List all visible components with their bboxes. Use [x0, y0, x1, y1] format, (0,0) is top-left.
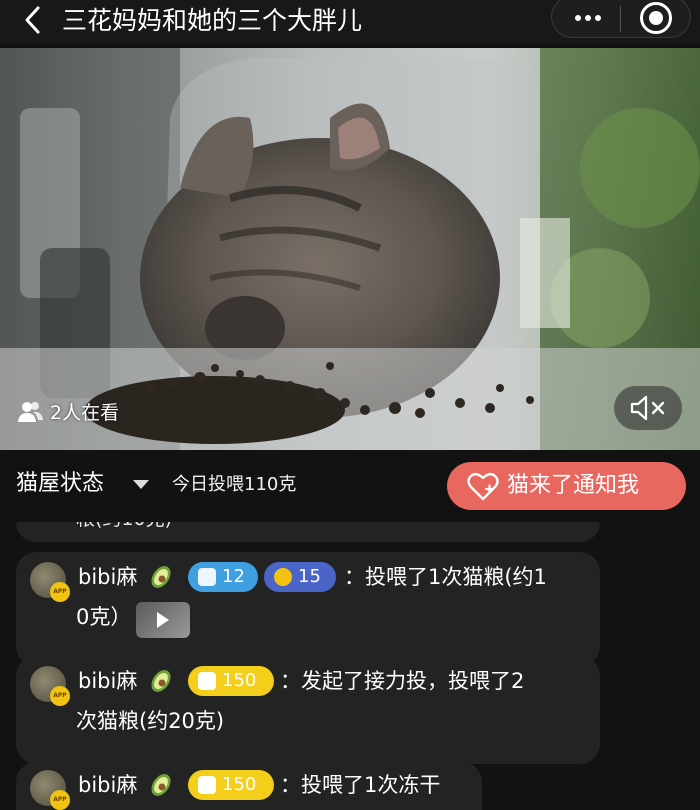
more-dot-icon	[575, 15, 581, 21]
target-icon	[649, 11, 663, 25]
food-can-icon	[198, 672, 216, 690]
app-badge-icon: APP	[50, 790, 70, 810]
users-icon	[18, 401, 43, 422]
avatar[interactable]: APP	[30, 562, 70, 602]
feed-item: 粮(约10克)	[16, 522, 600, 542]
username[interactable]: bibi麻	[78, 770, 137, 800]
bowl-icon	[198, 568, 216, 586]
badge-value: 12	[222, 566, 245, 587]
cat-house-status-bar: 猫屋状态 今日投喂110克 猫来了通知我	[0, 450, 700, 522]
video-thumbnail[interactable]	[136, 602, 190, 638]
viewer-count: 2人在看	[18, 398, 119, 425]
badge-value: 150	[222, 670, 257, 691]
feed-message-text: 0克）	[76, 605, 132, 629]
feed-message-text: ：投喂了1次冻干	[280, 773, 441, 797]
today-feed-amount: 今日投喂110克	[172, 474, 297, 495]
cat-face-icon	[274, 568, 292, 586]
level-badge: 150	[188, 770, 274, 800]
badge-value: 15	[298, 566, 321, 587]
avocado-emoji-icon	[151, 774, 171, 796]
feed-message-text: 粮(约10克)	[76, 522, 172, 533]
page-title: 三花妈妈和她的三个大胖儿	[62, 6, 363, 35]
level-badge: 15	[264, 562, 336, 592]
username[interactable]: bibi麻	[78, 666, 137, 696]
mute-button[interactable]	[614, 386, 682, 430]
notify-me-button[interactable]: 猫来了通知我	[447, 462, 686, 510]
notify-me-label: 猫来了通知我	[507, 473, 640, 498]
caret-down-icon[interactable]	[133, 480, 149, 489]
app-badge-icon: APP	[50, 686, 70, 706]
top-bar: 三花妈妈和她的三个大胖儿	[0, 0, 700, 44]
cat-feeding-video-frame	[0, 48, 700, 450]
capsule-divider	[620, 6, 621, 32]
more-dot-icon	[585, 15, 591, 21]
level-badge: 150	[188, 666, 274, 696]
feed-item: APP bibi麻 150 ：投喂了1次冻干	[16, 762, 482, 810]
live-video[interactable]: 2人在看	[0, 48, 700, 450]
level-badge: 12	[188, 562, 258, 592]
app-badge-icon: APP	[50, 582, 70, 602]
badge-value: 150	[222, 774, 257, 795]
username[interactable]: bibi麻	[78, 562, 137, 592]
avatar[interactable]: APP	[30, 770, 70, 810]
feed-message-text: ：发起了接力投，投喂了2	[280, 669, 525, 693]
more-dot-icon	[595, 15, 601, 21]
viewer-count-text: 2人在看	[50, 402, 120, 424]
mini-program-capsule	[551, 0, 691, 38]
feed-message-text: 次猫粮(约20克)	[76, 709, 225, 733]
cat-house-status-dropdown[interactable]: 猫屋状态	[16, 468, 104, 500]
more-button[interactable]	[566, 3, 610, 33]
food-can-icon	[198, 776, 216, 794]
activity-feed[interactable]: 粮(约10克) APP bibi麻 12 15 ：投喂了1次猫粮(约1 0克） …	[0, 522, 700, 810]
avocado-emoji-icon	[151, 670, 171, 692]
back-button[interactable]	[22, 5, 52, 39]
heart-bell-icon	[467, 472, 499, 501]
close-miniprogram-button[interactable]	[640, 2, 672, 34]
avatar[interactable]: APP	[30, 666, 70, 706]
feed-item: APP bibi麻 12 15 ：投喂了1次猫粮(约1 0克）	[16, 552, 600, 666]
feed-item: APP bibi麻 150 ：发起了接力投，投喂了2 次猫粮(约20克)	[16, 656, 600, 764]
chevron-left-icon	[25, 6, 40, 34]
play-icon	[157, 612, 169, 628]
feed-message-text: ：投喂了1次猫粮(约1	[344, 565, 547, 589]
avocado-emoji-icon	[151, 566, 171, 588]
speaker-muted-icon	[630, 395, 665, 421]
